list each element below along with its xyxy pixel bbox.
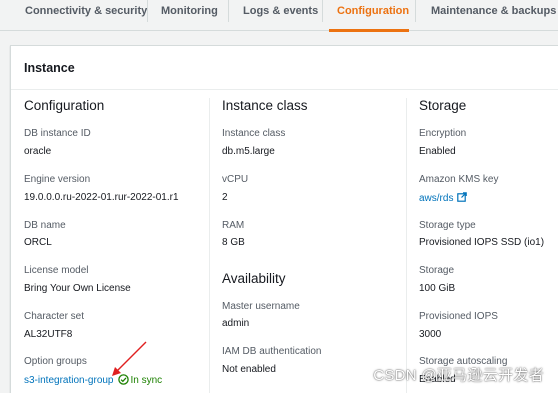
tab-maintenance-backups[interactable]: Maintenance & backups: [431, 0, 556, 31]
tab-bar: Connectivity & security Monitoring Logs …: [0, 0, 558, 32]
storage-value: 100 GiB: [419, 283, 456, 294]
tab-logs-events[interactable]: Logs & events: [243, 0, 318, 31]
storage-type-value: Provisioned IOPS SSD (io1): [419, 237, 545, 248]
watermark: CSDN @亚马逊云开发者: [373, 367, 544, 384]
column-divider: [209, 98, 210, 393]
availability-title: Availability: [222, 271, 286, 286]
master-username-value: admin: [222, 318, 250, 329]
encryption-value: Enabled: [419, 146, 456, 157]
instance-panel: Instance Configuration DB instance ID or…: [10, 45, 558, 393]
iam-db-auth-value: Not enabled: [222, 364, 276, 375]
column-divider: [406, 98, 407, 393]
tab-divider: [147, 0, 148, 22]
kms-key-label: Amazon KMS key: [419, 174, 499, 185]
panel-header: Instance: [11, 46, 558, 90]
instance-class-label: Instance class: [222, 128, 286, 139]
db-instance-id-value: oracle: [24, 146, 52, 157]
storage-label: Storage: [419, 265, 455, 276]
instance-class-title: Instance class: [222, 98, 308, 113]
annotation-arrow-icon: [112, 341, 147, 376]
master-username-label: Master username: [222, 301, 300, 312]
tab-divider: [228, 0, 229, 22]
kms-key-link[interactable]: aws/rds: [419, 193, 453, 204]
ram-value: 8 GB: [222, 237, 245, 248]
engine-version-label: Engine version: [24, 174, 91, 185]
provisioned-iops-value: 3000: [419, 329, 442, 340]
engine-version-value: 19.0.0.0.ru-2022-01.rur-2022-01.r1: [24, 192, 179, 203]
vcpu-value: 2: [222, 192, 228, 203]
character-set-label: Character set: [24, 311, 85, 322]
panel-title: Instance: [24, 61, 75, 75]
kms-key-value: aws/rds: [419, 192, 468, 204]
instance-class-value: db.m5.large: [222, 146, 275, 157]
license-model-label: License model: [24, 265, 89, 276]
db-name-value: ORCL: [24, 237, 52, 248]
iam-db-auth-label: IAM DB authentication: [222, 346, 322, 357]
ram-label: RAM: [222, 220, 245, 231]
encryption-label: Encryption: [419, 128, 467, 139]
tab-divider: [322, 0, 323, 22]
configuration-title: Configuration: [24, 98, 105, 113]
tab-divider: [415, 0, 416, 22]
storage-title: Storage: [419, 98, 467, 113]
character-set-value: AL32UTF8: [24, 329, 73, 340]
db-instance-id-label: DB instance ID: [24, 128, 91, 139]
tab-configuration[interactable]: Configuration: [329, 0, 409, 32]
external-link-icon[interactable]: [457, 192, 468, 202]
db-name-label: DB name: [24, 220, 66, 231]
option-groups-label: Option groups: [24, 356, 87, 367]
storage-type-label: Storage type: [419, 220, 476, 231]
license-model-value: Bring Your Own License: [24, 283, 131, 294]
tab-monitoring[interactable]: Monitoring: [161, 0, 218, 31]
vcpu-label: vCPU: [222, 174, 249, 185]
tab-connectivity-security[interactable]: Connectivity & security: [25, 0, 147, 31]
provisioned-iops-label: Provisioned IOPS: [419, 311, 498, 322]
option-group-link[interactable]: s3-integration-group: [24, 375, 114, 386]
